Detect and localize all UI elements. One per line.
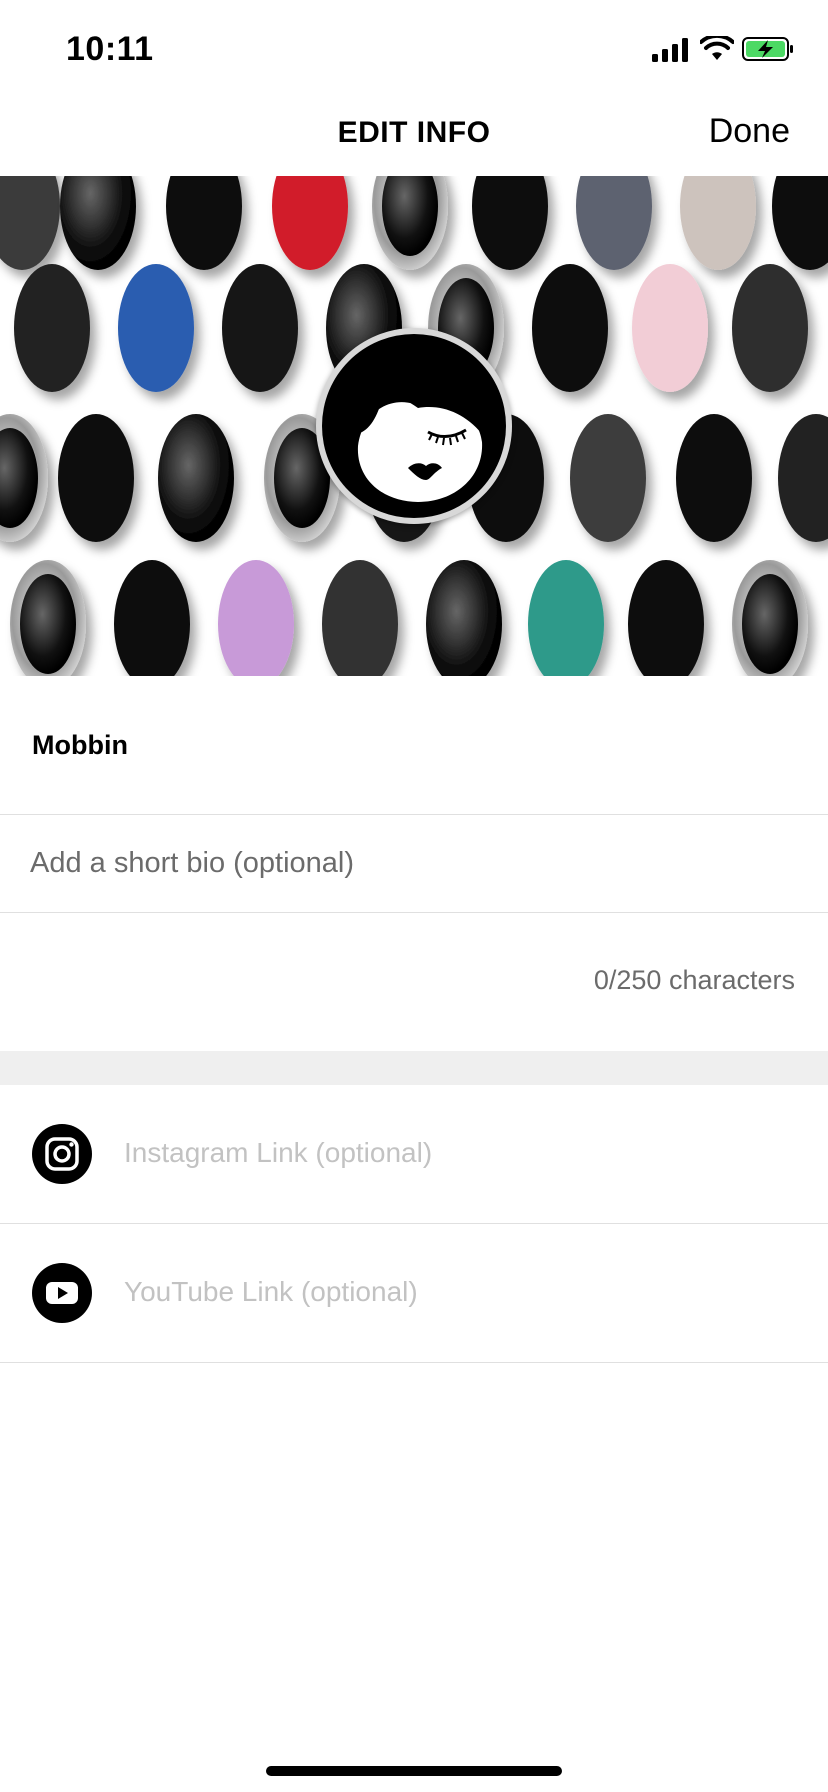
instagram-icon	[32, 1124, 92, 1184]
cover-pattern-disc	[14, 264, 90, 392]
cover-pattern-disc	[0, 176, 60, 270]
cover-pattern-disc	[732, 264, 808, 392]
page-title: EDIT INFO	[337, 116, 491, 149]
bio-counter-row: 0/250 characters	[0, 913, 828, 1051]
name-row[interactable]: Mobbin	[0, 676, 828, 815]
bio-input[interactable]	[30, 839, 790, 887]
signal-icon	[652, 38, 688, 62]
section-divider	[0, 1051, 828, 1085]
cover-pattern-disc	[628, 560, 704, 676]
instagram-link-row	[0, 1085, 828, 1224]
cover-photo[interactable]	[0, 176, 828, 676]
cover-pattern-disc	[472, 176, 548, 270]
cover-pattern-disc	[322, 560, 398, 676]
cover-pattern-disc-inner	[20, 574, 76, 674]
youtube-link-row	[0, 1224, 828, 1363]
cover-pattern-disc	[576, 176, 652, 270]
avatar[interactable]	[316, 328, 512, 524]
cover-pattern-disc	[426, 560, 502, 676]
face-logo-icon	[322, 334, 506, 518]
youtube-icon	[32, 1263, 92, 1323]
cover-pattern-disc-inner	[742, 574, 798, 674]
cover-pattern-disc	[772, 176, 828, 270]
bio-row	[0, 815, 828, 913]
bio-character-count: 0/250 characters	[593, 965, 795, 995]
cover-pattern-disc	[114, 560, 190, 676]
cover-pattern-disc	[166, 176, 242, 270]
status-time: 10:11	[66, 30, 154, 68]
cover-pattern-disc	[676, 414, 752, 542]
cover-pattern-disc	[60, 176, 136, 270]
cover-pattern-disc	[222, 264, 298, 392]
cover-pattern-disc	[58, 414, 134, 542]
cover-pattern-disc	[528, 560, 604, 676]
nav-bar: EDIT INFO Done	[0, 96, 828, 176]
cover-pattern-disc	[632, 264, 708, 392]
cover-pattern-disc	[118, 264, 194, 392]
done-button[interactable]: Done	[709, 112, 790, 151]
status-bar: 10:11	[0, 0, 828, 96]
cover-pattern-disc	[570, 414, 646, 542]
cover-pattern-disc	[532, 264, 608, 392]
instagram-link-input[interactable]	[124, 1129, 784, 1177]
profile-name: Mobbin	[32, 730, 128, 760]
cover-pattern-disc	[218, 560, 294, 676]
cover-pattern-disc	[158, 414, 234, 542]
wifi-icon	[700, 36, 734, 60]
cover-pattern-disc	[272, 176, 348, 270]
cover-pattern-disc	[680, 176, 756, 270]
battery-charging-icon	[742, 37, 793, 61]
home-indicator	[266, 1766, 562, 1776]
cover-pattern-disc	[778, 414, 828, 542]
youtube-link-input[interactable]	[124, 1268, 784, 1316]
